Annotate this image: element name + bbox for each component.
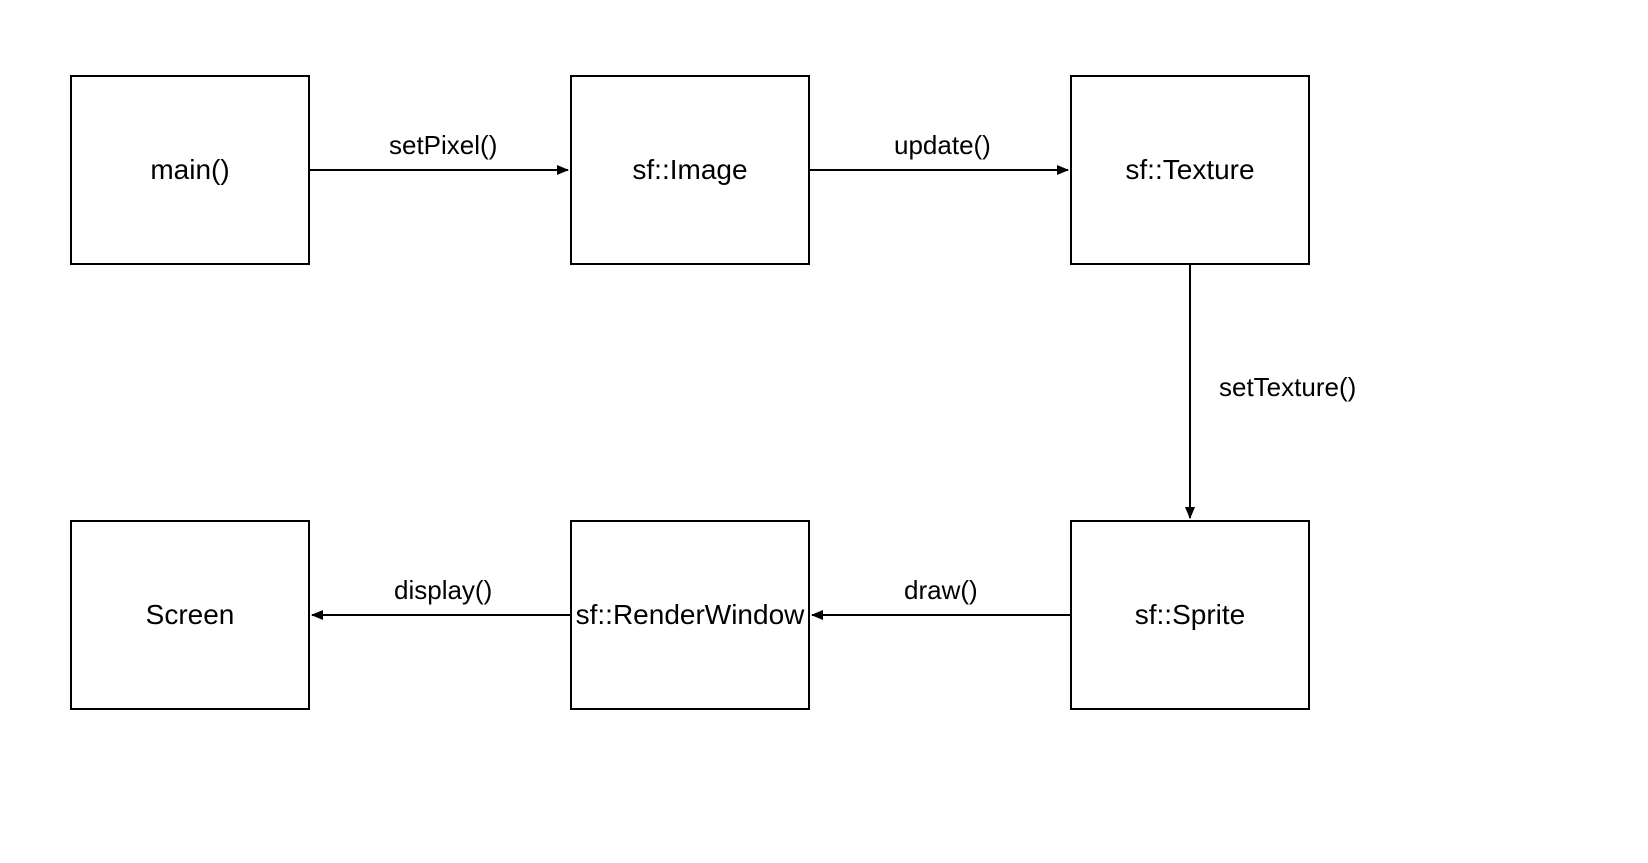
node-renderwindow-label: sf::RenderWindow	[576, 599, 805, 631]
node-renderwindow: sf::RenderWindow	[570, 520, 810, 710]
edge-display-label: display()	[390, 575, 496, 606]
node-screen: Screen	[70, 520, 310, 710]
node-screen-label: Screen	[146, 599, 235, 631]
edge-settexture-label: setTexture()	[1215, 372, 1360, 403]
edge-update-label: update()	[890, 130, 995, 161]
node-main-label: main()	[150, 154, 229, 186]
edge-setpixel-label: setPixel()	[385, 130, 501, 161]
node-texture-label: sf::Texture	[1125, 154, 1254, 186]
node-sprite-label: sf::Sprite	[1135, 599, 1245, 631]
node-main: main()	[70, 75, 310, 265]
edge-draw-label: draw()	[900, 575, 982, 606]
node-texture: sf::Texture	[1070, 75, 1310, 265]
node-sprite: sf::Sprite	[1070, 520, 1310, 710]
node-image-label: sf::Image	[632, 154, 747, 186]
node-image: sf::Image	[570, 75, 810, 265]
